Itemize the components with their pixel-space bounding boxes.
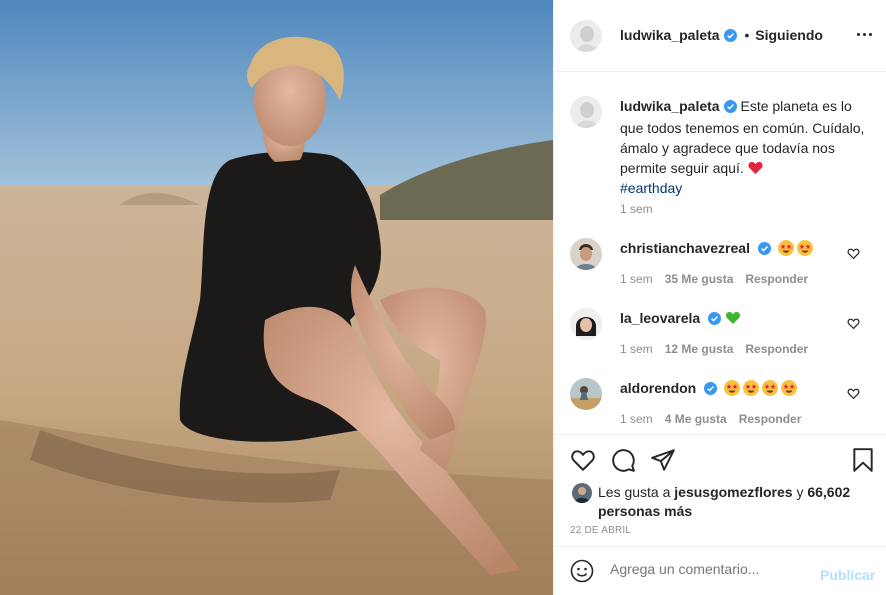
comment-like-heart-icon[interactable] bbox=[847, 387, 860, 400]
comment-item: christianchavezreal bbox=[620, 240, 813, 258]
comment-time[interactable]: 1 sem bbox=[620, 342, 653, 356]
instagram-post-modal: ludwika_paleta • Siguiendo ludwika_palet… bbox=[0, 0, 886, 595]
comment-meta: 1 sem 35 Me gusta Responder bbox=[620, 272, 808, 286]
more-options-icon[interactable] bbox=[855, 26, 875, 46]
reply-button[interactable]: Responder bbox=[745, 272, 808, 286]
verified-badge-icon bbox=[723, 98, 737, 118]
likes-user-link[interactable]: jesusgomezflores bbox=[674, 484, 792, 500]
bookmark-icon[interactable] bbox=[850, 447, 876, 473]
comment-likes[interactable]: 4 Me gusta bbox=[665, 412, 727, 426]
header-user-line: ludwika_paleta • Siguiendo bbox=[620, 27, 823, 45]
likes-summary: Les gusta a jesusgomezflores y 66,602 pe… bbox=[598, 483, 858, 521]
comment-time[interactable]: 1 sem bbox=[620, 272, 653, 286]
post-photo[interactable] bbox=[0, 0, 553, 595]
commenter-avatar[interactable] bbox=[570, 378, 602, 410]
emoji-picker-icon[interactable] bbox=[570, 559, 594, 583]
post-date[interactable]: 22 DE ABRIL bbox=[570, 525, 631, 536]
star-struck-emoji-icon bbox=[777, 240, 794, 256]
comment-time[interactable]: 1 sem bbox=[620, 412, 653, 426]
post-caption: ludwika_paleta Este planeta es lo que to… bbox=[620, 96, 874, 198]
post-side-panel: ludwika_paleta • Siguiendo ludwika_palet… bbox=[553, 0, 886, 595]
comment-like-heart-icon[interactable] bbox=[847, 317, 860, 330]
caption-username[interactable]: ludwika_paleta bbox=[620, 98, 720, 114]
post-actions: Les gusta a jesusgomezflores y 66,602 pe… bbox=[554, 434, 886, 546]
comment-username[interactable]: la_leovarela bbox=[620, 310, 700, 326]
comment-likes[interactable]: 12 Me gusta bbox=[665, 342, 734, 356]
heart-icon[interactable] bbox=[570, 447, 596, 473]
caption-author-avatar[interactable] bbox=[570, 96, 602, 128]
commenter-avatar[interactable] bbox=[570, 308, 602, 340]
commenter-avatar[interactable] bbox=[570, 238, 602, 270]
comment-item: la_leovarela bbox=[620, 310, 741, 328]
comment-meta: 1 sem 12 Me gusta Responder bbox=[620, 342, 808, 356]
comment-icon[interactable] bbox=[610, 447, 636, 473]
reply-button[interactable]: Responder bbox=[739, 412, 802, 426]
post-header: ludwika_paleta • Siguiendo bbox=[554, 0, 886, 72]
red-heart-icon bbox=[748, 160, 763, 176]
star-struck-emoji-icon bbox=[796, 240, 813, 256]
author-username[interactable]: ludwika_paleta bbox=[620, 27, 720, 43]
green-heart-icon bbox=[725, 310, 741, 326]
publish-button[interactable]: Publicar bbox=[820, 567, 875, 583]
comment-username[interactable]: aldorendon bbox=[620, 380, 696, 396]
comment-item: aldorendon bbox=[620, 380, 798, 398]
verified-badge-icon bbox=[708, 312, 722, 328]
star-struck-emoji-icon bbox=[724, 380, 741, 396]
likes-prefix: Les gusta a bbox=[598, 484, 671, 500]
likes-conj: y bbox=[796, 484, 804, 500]
author-avatar[interactable] bbox=[570, 20, 602, 52]
reply-button[interactable]: Responder bbox=[745, 342, 808, 356]
follow-separator: • bbox=[744, 27, 750, 43]
verified-badge-icon bbox=[757, 242, 771, 258]
comment-meta: 1 sem 4 Me gusta Responder bbox=[620, 412, 801, 426]
comment-composer: Publicar bbox=[554, 546, 886, 595]
comment-likes[interactable]: 35 Me gusta bbox=[665, 272, 734, 286]
liker-avatar[interactable] bbox=[572, 483, 592, 503]
verified-badge-icon bbox=[704, 382, 718, 398]
comment-input[interactable] bbox=[610, 561, 810, 577]
star-struck-emoji-icon bbox=[743, 380, 760, 396]
caption-time[interactable]: 1 sem bbox=[620, 202, 653, 216]
share-icon[interactable] bbox=[650, 447, 676, 473]
comment-like-heart-icon[interactable] bbox=[847, 247, 860, 260]
star-struck-emoji-icon bbox=[781, 380, 798, 396]
hashtag-link[interactable]: #earthday bbox=[620, 180, 682, 196]
star-struck-emoji-icon bbox=[762, 380, 779, 396]
follow-status-button[interactable]: Siguiendo bbox=[755, 27, 823, 43]
comment-username[interactable]: christianchavezreal bbox=[620, 240, 750, 256]
verified-badge-icon bbox=[723, 29, 737, 45]
